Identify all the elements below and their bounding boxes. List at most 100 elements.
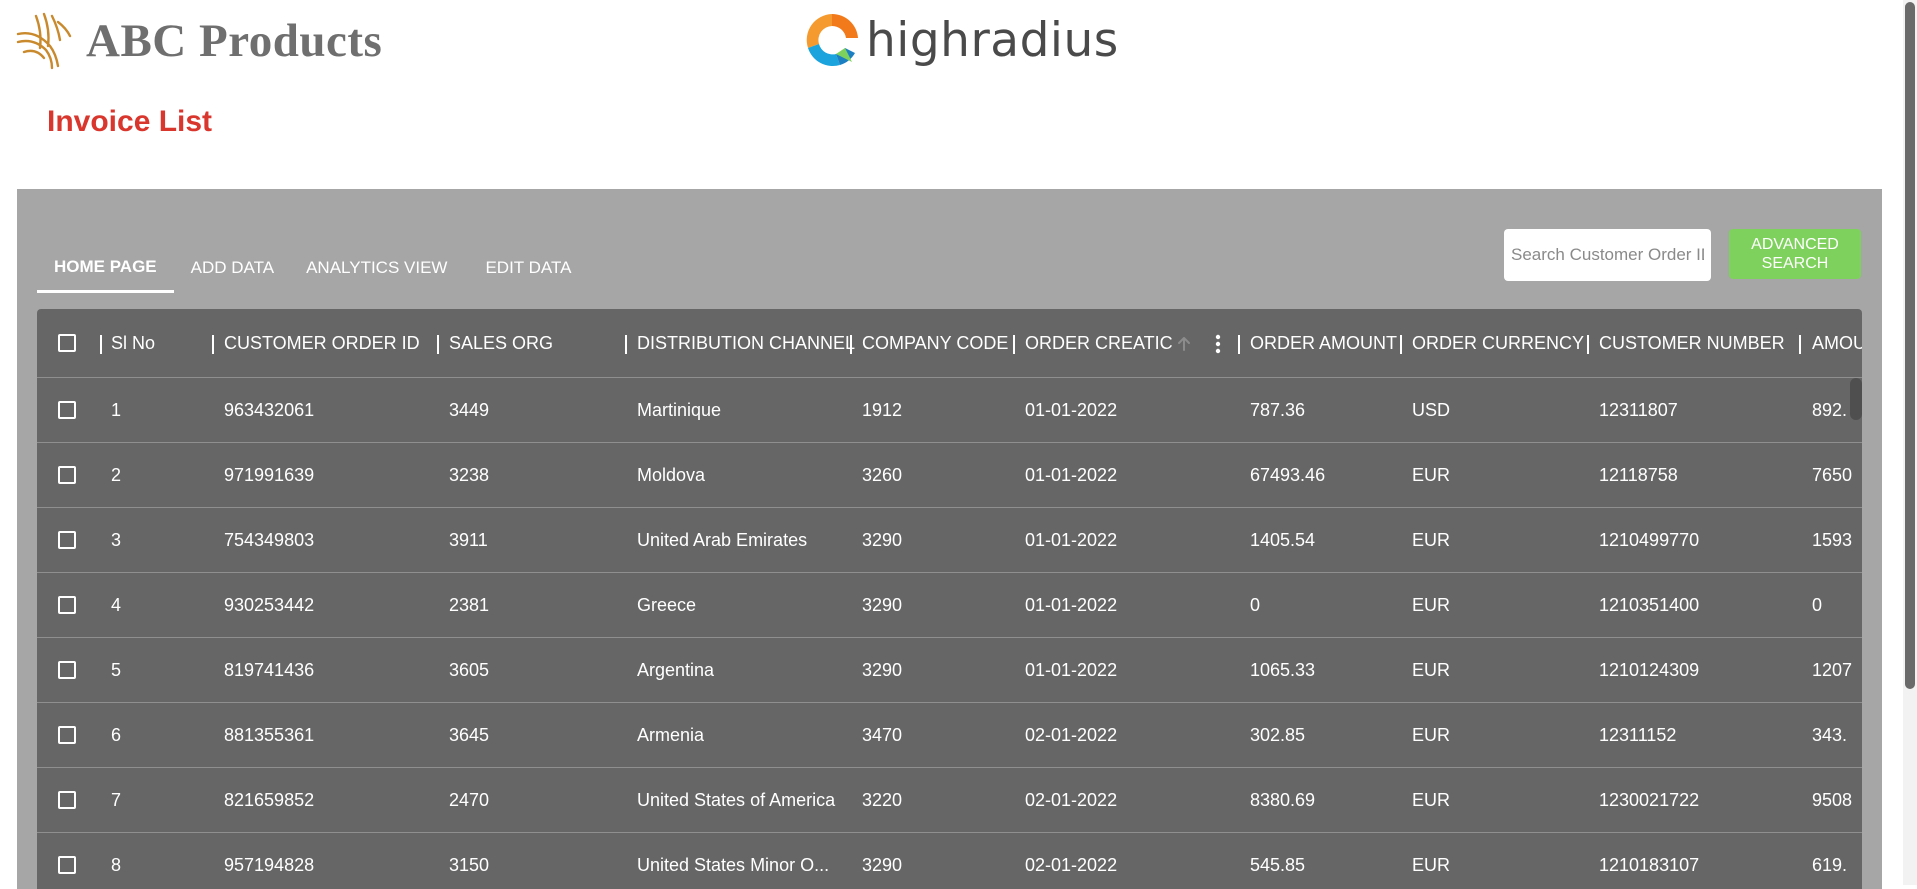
- cell-amount: 7650: [1812, 464, 1853, 485]
- header-col-order-amount[interactable]: ORDER AMOUNT: [1250, 309, 1410, 377]
- cell-order-currency: EUR: [1412, 659, 1451, 680]
- table-scrollbar[interactable]: [1850, 378, 1862, 420]
- cell-sl-no: 5: [111, 659, 122, 680]
- cell-order-amount: 302.85: [1250, 724, 1306, 745]
- advanced-search-button[interactable]: ADVANCED SEARCH: [1729, 229, 1861, 279]
- column-separator[interactable]: [1587, 335, 1589, 354]
- cell-company-code: 1912: [862, 399, 903, 420]
- cell-order-amount: 1065.33: [1250, 659, 1316, 680]
- cell-distribution-channel: United States Minor O...: [637, 854, 830, 875]
- sort-arrow-up-icon[interactable]: [1175, 335, 1193, 353]
- cell-sl-no: 2: [111, 464, 122, 485]
- advanced-search-label-line2: SEARCH: [1761, 255, 1829, 272]
- row-checkbox[interactable]: [58, 401, 76, 419]
- header-col-order-creation[interactable]: ORDER CREATIC: [1025, 309, 1225, 377]
- column-separator[interactable]: [100, 335, 102, 354]
- column-separator[interactable]: [1799, 335, 1801, 354]
- advanced-search-label-line1: ADVANCED: [1751, 236, 1839, 253]
- cell-sales-org: 2470: [449, 789, 490, 810]
- invoice-table: Sl No CUSTOMER ORDER ID SALES ORG DISTRIBUT…: [37, 309, 1862, 889]
- table-row[interactable]: 1 963432061 3449 Martinique 1912 01-01-2022 78…: [37, 378, 1862, 443]
- tab-edit-data[interactable]: EDIT DATA: [466, 245, 588, 291]
- cell-sl-no: 6: [111, 724, 122, 745]
- tab-add-data[interactable]: ADD DATA: [174, 245, 291, 291]
- column-separator[interactable]: [850, 335, 852, 354]
- cell-company-code: 3290: [862, 594, 903, 615]
- cell-distribution-channel: Martinique: [637, 399, 722, 420]
- cell-distribution-channel: Moldova: [637, 464, 706, 485]
- row-checkbox[interactable]: [58, 661, 76, 679]
- table-row[interactable]: 6 881355361 3645 Armenia 3470 02-01-2022 302.8…: [37, 703, 1862, 768]
- brand-logo-icon: [16, 12, 72, 70]
- cell-distribution-channel: Argentina: [637, 659, 715, 680]
- cell-customer-order-id: 881355361: [224, 724, 315, 745]
- cell-order-amount: 545.85: [1250, 854, 1306, 875]
- cell-distribution-channel: Greece: [637, 594, 697, 615]
- column-separator[interactable]: [1400, 335, 1402, 354]
- header-col-distribution-channel[interactable]: DISTRIBUTION CHANNEL: [637, 309, 862, 377]
- cell-customer-number: 1210183107: [1599, 854, 1700, 875]
- table-row[interactable]: 8 957194828 3150 United States Minor O... 32…: [37, 833, 1862, 889]
- header-col-amount[interactable]: AMOU: [1812, 309, 1862, 377]
- table-row[interactable]: 3 754349803 3911 United Arab Emirates 3290 01…: [37, 508, 1862, 573]
- column-separator[interactable]: [1013, 335, 1015, 354]
- table-row[interactable]: 2 971991639 3238 Moldova 3260 01-01-2022 67493…: [37, 443, 1862, 508]
- cell-company-code: 3260: [862, 464, 903, 485]
- search-input[interactable]: [1504, 229, 1711, 281]
- row-checkbox[interactable]: [58, 531, 76, 549]
- tab-analytics-view[interactable]: ANALYTICS VIEW: [291, 245, 466, 291]
- row-checkbox[interactable]: [58, 856, 76, 874]
- cell-order-currency: EUR: [1412, 854, 1451, 875]
- cell-sl-no: 7: [111, 789, 122, 810]
- cell-order-amount: 787.36: [1250, 399, 1306, 420]
- page-title: Invoice List: [47, 105, 213, 138]
- cell-customer-order-id: 957194828: [224, 854, 315, 875]
- row-checkbox[interactable]: [58, 466, 76, 484]
- column-separator[interactable]: [625, 335, 627, 354]
- cell-distribution-channel: United Arab Emirates: [637, 529, 808, 550]
- table-row[interactable]: 7 821659852 2470 United States of America 32…: [37, 768, 1862, 833]
- cell-amount: 1593: [1812, 529, 1853, 550]
- tab-home-page[interactable]: HOME PAGE: [37, 245, 174, 293]
- header-col-company-code[interactable]: COMPANY CODE: [862, 309, 1022, 377]
- column-separator[interactable]: [212, 335, 214, 354]
- page-scrollbar-thumb[interactable]: [1905, 2, 1915, 689]
- cell-sales-org: 3238: [449, 464, 490, 485]
- column-menu-icon[interactable]: [1215, 334, 1221, 354]
- cell-order-currency: USD: [1412, 399, 1451, 420]
- header-col-order-currency[interactable]: ORDER CURRENCY: [1412, 309, 1592, 377]
- row-checkbox[interactable]: [58, 726, 76, 744]
- select-all-checkbox[interactable]: [58, 334, 76, 352]
- cell-order-creation: 01-01-2022: [1025, 529, 1118, 550]
- cell-customer-number: 1210124309: [1599, 659, 1700, 680]
- header-col-sl-no[interactable]: Sl No: [111, 309, 201, 377]
- cell-sl-no: 1: [111, 399, 122, 420]
- row-checkbox[interactable]: [58, 596, 76, 614]
- table-row[interactable]: 5 819741436 3605 Argentina 3290 01-01-2022 106…: [37, 638, 1862, 703]
- cell-company-code: 3290: [862, 659, 903, 680]
- row-checkbox[interactable]: [58, 791, 76, 809]
- cell-order-creation: 01-01-2022: [1025, 399, 1118, 420]
- highradius-name: highradius: [866, 12, 1119, 68]
- cell-customer-number: 1210499770: [1599, 529, 1700, 550]
- column-separator[interactable]: [437, 335, 439, 354]
- cell-sales-org: 3911: [449, 529, 488, 550]
- column-separator[interactable]: [1238, 335, 1240, 354]
- brand: ABC Products: [14, 12, 382, 70]
- cell-customer-number: 12118758: [1599, 464, 1678, 485]
- cell-sales-org: 2381: [449, 594, 490, 615]
- header-col-customer-number[interactable]: CUSTOMER NUMBER: [1599, 309, 1809, 377]
- cell-order-creation: 02-01-2022: [1025, 724, 1118, 745]
- cell-customer-number: 12311807: [1599, 399, 1678, 420]
- cell-sl-no: 3: [111, 529, 122, 550]
- cell-order-currency: EUR: [1412, 594, 1451, 615]
- cell-company-code: 3470: [862, 724, 903, 745]
- cell-sl-no: 8: [111, 854, 122, 875]
- page-scrollbar[interactable]: [1903, 0, 1917, 885]
- cell-customer-order-id: 819741436: [224, 659, 315, 680]
- cell-customer-order-id: 821659852: [224, 789, 315, 810]
- header-col-customer-order-id[interactable]: CUSTOMER ORDER ID: [224, 309, 434, 377]
- header-col-sales-org[interactable]: SALES ORG: [449, 309, 629, 377]
- table-row[interactable]: 4 930253442 2381 Greece 3290 01-01-2022 0 EUR 12…: [37, 573, 1862, 638]
- cell-customer-order-id: 963432061: [224, 399, 315, 420]
